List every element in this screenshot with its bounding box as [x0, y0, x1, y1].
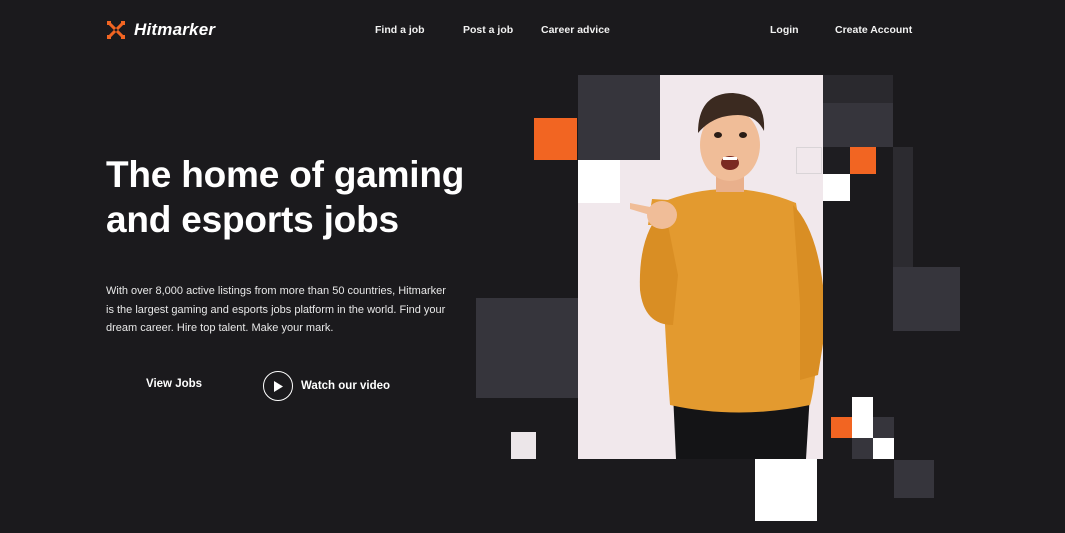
mosaic-block: [755, 459, 817, 521]
mosaic-block: [894, 460, 934, 498]
nav-find-a-job[interactable]: Find a job: [375, 24, 425, 36]
mosaic-block: [850, 147, 876, 174]
mosaic-block: [823, 75, 893, 103]
mosaic-block: [476, 298, 578, 398]
nav-create-account[interactable]: Create Account: [835, 24, 912, 36]
mosaic-block: [831, 417, 852, 438]
mosaic-block: [852, 438, 873, 459]
mosaic-block: [578, 75, 660, 160]
mosaic-block: [823, 103, 893, 147]
watch-video-label: Watch our video: [301, 380, 391, 392]
mosaic-block: [893, 267, 960, 331]
mosaic-block: [873, 438, 894, 459]
mosaic-block: [534, 118, 577, 160]
mosaic-block: [823, 174, 850, 201]
mosaic-block: [852, 417, 873, 438]
mosaic-block: [823, 147, 850, 174]
hero-title-line-1: The home of gaming: [106, 154, 465, 195]
mosaic-block: [873, 417, 894, 438]
nav-post-a-job[interactable]: Post a job: [463, 24, 513, 36]
watch-video-button[interactable]: Watch our video: [263, 371, 390, 401]
hero-title-line-2: and esports jobs: [106, 199, 399, 240]
brand-name: Hitmarker: [134, 20, 216, 39]
crosshair-x-icon: [106, 20, 126, 40]
mosaic-block: [796, 147, 822, 174]
hero-description: With over 8,000 active listings from mor…: [106, 285, 446, 334]
mosaic-block: [578, 160, 620, 203]
mosaic-block: [852, 397, 873, 417]
hero-title: The home of gaming and esports jobs: [106, 152, 506, 242]
brand-logo[interactable]: Hitmarker: [106, 20, 215, 40]
view-jobs-button[interactable]: View Jobs: [146, 378, 202, 390]
nav-career-advice[interactable]: Career advice: [541, 24, 610, 36]
play-icon: [263, 371, 293, 401]
mosaic-block: [893, 147, 913, 267]
nav-login[interactable]: Login: [770, 24, 799, 36]
mosaic-block: [511, 432, 536, 459]
